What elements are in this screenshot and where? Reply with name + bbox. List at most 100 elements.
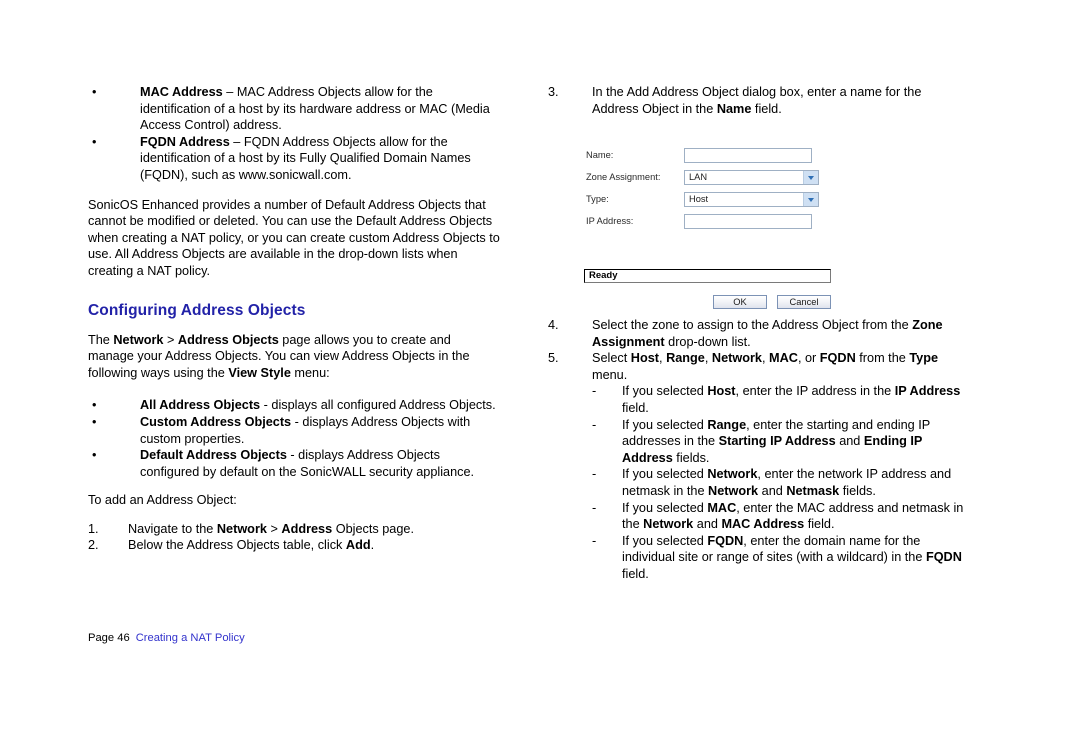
name-field-label: Name: (586, 150, 614, 160)
step-4-5-list: 4. Select the zone to assign to the Addr… (548, 317, 968, 383)
dash-marker: - (592, 533, 597, 548)
sub-part-4: field. (804, 517, 835, 532)
status-text: Ready (589, 270, 618, 281)
bullet-text: displays all configured Address Objects. (271, 398, 496, 413)
sub-bold-1: MAC (707, 500, 737, 515)
list-item: 2. Below the Address Objects table, clic… (88, 537, 500, 554)
chevron-down-icon[interactable] (803, 193, 818, 206)
sub-bold-1: FQDN (707, 533, 744, 548)
dash-marker: - (592, 384, 597, 399)
name-input[interactable] (684, 148, 812, 163)
dialog-row-zone-assignment: Zone Assignment: LAN (583, 168, 839, 186)
page-footer: Page 46 Creating a NAT Policy (88, 631, 245, 645)
page-number: Page 46 (88, 632, 130, 644)
step-bold-mac: MAC (769, 351, 798, 366)
document-page: • MAC Address – MAC Address Objects allo… (0, 0, 1080, 736)
step-part-5: , or (797, 351, 820, 366)
status-bar: Ready (584, 269, 831, 283)
bullet-term: Custom Address Objects (140, 414, 292, 429)
sub-bold-2: Starting IP Address (718, 434, 836, 449)
bullet-dash: – (222, 85, 237, 99)
step-bold-type: Type (909, 351, 939, 366)
step-bold-fqdn: FQDN (819, 351, 856, 366)
list-item: - If you selected Range, enter the start… (592, 417, 968, 467)
sub-part-3: and (693, 517, 722, 532)
left-column: • MAC Address – MAC Address Objects allo… (88, 84, 500, 554)
sub-part-3: and (835, 434, 864, 449)
sub-part-4: fields. (839, 483, 876, 498)
bullet-dash: - (286, 448, 299, 463)
steps-4-5-block: 4. Select the zone to assign to the Addr… (548, 317, 968, 583)
step-part-2: , (659, 351, 667, 366)
step-number: 3. (548, 85, 559, 99)
zone-assignment-select[interactable]: LAN (684, 170, 819, 185)
para-bold-view-style: View Style (228, 365, 291, 380)
bullet-marker: • (92, 134, 97, 149)
sub-bold-3: MAC Address (721, 517, 805, 532)
ok-button[interactable]: OK (713, 295, 767, 309)
type-select[interactable]: Host (684, 192, 819, 207)
step-3-list: 3. In the Add Address Object dialog box,… (548, 84, 968, 117)
step-number: 1. (88, 521, 99, 536)
step-number: 4. (548, 318, 559, 332)
sub-part-1: If you selected (622, 500, 708, 515)
add-address-object-steps: 1. Navigate to the Network > Address Obj… (88, 521, 500, 554)
sub-part-3: field. (622, 566, 649, 581)
bullet-dash: - (260, 398, 272, 413)
bullet-marker: • (92, 398, 97, 413)
list-item: - If you selected MAC, enter the MAC add… (592, 500, 968, 533)
list-item: 4. Select the zone to assign to the Addr… (548, 317, 968, 350)
sub-part-4: fields. (672, 450, 710, 465)
list-item: 3. In the Add Address Object dialog box,… (548, 84, 968, 117)
intro-paragraph: SonicOS Enhanced provides a number of De… (88, 197, 500, 278)
ip-address-input[interactable] (684, 214, 812, 229)
dash-marker: - (592, 417, 597, 432)
list-item: - If you selected FQDN, enter the domain… (592, 533, 968, 583)
para-bold-address-objects: Address Objects (177, 332, 279, 347)
step-part-1: Select (592, 351, 631, 366)
step-5-sub-list-wrapper: - If you selected Host, enter the IP add… (592, 383, 968, 582)
step-5-sub-list: - If you selected Host, enter the IP add… (592, 383, 968, 582)
list-item: • MAC Address – MAC Address Objects allo… (88, 84, 500, 134)
step-part-6: from the (855, 351, 910, 366)
document-title-link[interactable]: Creating a NAT Policy (136, 632, 245, 644)
zone-assignment-label: Zone Assignment: (586, 172, 661, 182)
bullet-term: All Address Objects (140, 398, 261, 413)
sub-part-2: , enter the IP address in the (735, 384, 895, 399)
step-part-4: , (761, 351, 770, 366)
sub-part-1: If you selected (622, 417, 708, 432)
bullet-marker: • (92, 85, 97, 99)
para-part-4: menu: (290, 365, 330, 380)
sub-bold-1: Network (707, 467, 758, 482)
list-item: - If you selected Host, enter the IP add… (592, 383, 968, 416)
right-column: 3. In the Add Address Object dialog box,… (548, 84, 968, 581)
dialog-row-type: Type: Host (583, 190, 839, 208)
sub-bold-1: Range (707, 417, 747, 432)
chevron-down-icon[interactable] (803, 171, 818, 184)
type-value: Host (689, 194, 709, 204)
dash-marker: - (592, 500, 597, 515)
bullet-term: Default Address Objects (140, 448, 287, 463)
cancel-button[interactable]: Cancel (777, 295, 831, 309)
list-item: - If you selected Network, enter the net… (592, 466, 968, 499)
step-bold-host: Host (630, 351, 659, 366)
sub-bold-3: Netmask (786, 483, 840, 498)
sub-bold-2: IP Address (894, 384, 961, 399)
sub-part-3: field. (622, 400, 649, 415)
step-part-2: drop-down list. (664, 334, 751, 349)
step-bold-1: Network (216, 521, 267, 536)
para-part-2: > (163, 332, 178, 347)
step-bold-network: Network (711, 351, 762, 366)
sub-bold-2: Network (643, 517, 694, 532)
step-part-2: . (370, 538, 375, 553)
list-item: 1. Navigate to the Network > Address Obj… (88, 521, 500, 538)
ip-address-label: IP Address: (586, 216, 634, 226)
sub-part-1: If you selected (622, 384, 708, 399)
para-bold-network: Network (113, 332, 164, 347)
dialog-row-ip-address: IP Address: (583, 212, 839, 230)
dash-marker: - (592, 467, 597, 482)
para-part-1: The (88, 332, 114, 347)
type-field-label: Type: (586, 194, 609, 204)
view-style-bullet-list: • All Address Objects - displays all con… (88, 397, 500, 480)
step-part-2: field. (751, 101, 782, 116)
